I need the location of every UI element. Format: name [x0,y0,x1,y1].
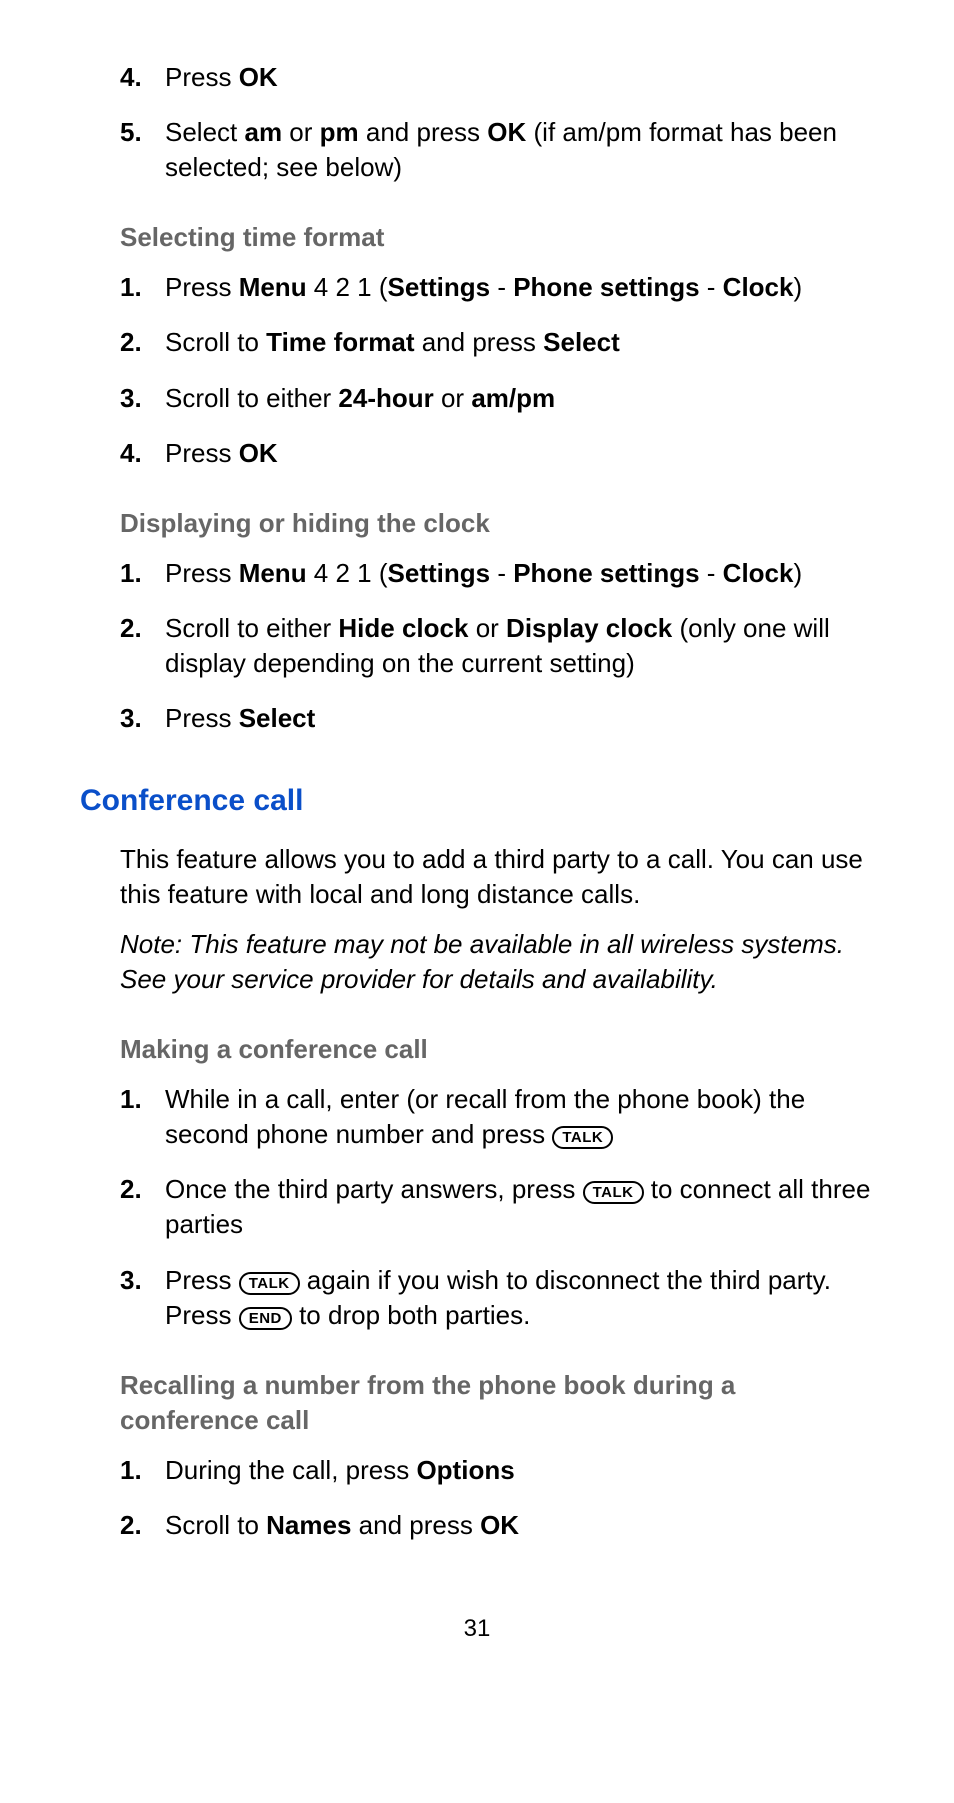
talk-key-icon: TALK [239,1272,300,1295]
text: Press [165,1265,239,1295]
paragraph: This feature allows you to add a third p… [120,842,874,912]
step: Press OK [120,436,874,471]
talk-key-icon: TALK [583,1181,644,1204]
step: Press Select [120,701,874,736]
bold: Settings [388,558,491,588]
step: Press Menu 4 2 1 (Settings - Phone setti… [120,270,874,305]
end-key-icon: END [239,1307,292,1330]
text: to drop both parties. [292,1300,530,1330]
step: Once the third party answers, press TALK… [120,1172,874,1242]
conference-content: This feature allows you to add a third p… [120,842,874,1543]
text: - [490,558,513,588]
subhead-time-format: Selecting time format [120,220,874,255]
subhead-recall-number: Recalling a number from the phone book d… [120,1368,874,1438]
step: Select am or pm and press OK (if am/pm f… [120,115,874,185]
text: Scroll to either [165,383,338,413]
bold: Options [416,1455,514,1485]
text: ) [793,558,802,588]
bold: OK [487,117,526,147]
text: Press [165,558,239,588]
text: Press [165,272,239,302]
text: During the call, press [165,1455,416,1485]
text: ) [793,272,802,302]
text: Select [165,117,245,147]
step: Scroll to either 24-hour or am/pm [120,381,874,416]
bold: Settings [388,272,491,302]
subhead-clock-display: Displaying or hiding the clock [120,506,874,541]
page-content: Press OK Select am or pm and press OK (i… [120,60,874,736]
bold: Display clock [506,613,672,643]
bold: Select [543,327,620,357]
text: Press [165,62,239,92]
bold: Phone settings [513,272,699,302]
text: While in a call, enter (or recall from t… [165,1084,805,1149]
text: or [282,117,320,147]
text: Scroll to either [165,613,338,643]
text: and press [359,117,488,147]
text: and press [415,327,544,357]
making-conf-steps: While in a call, enter (or recall from t… [120,1082,874,1333]
text: Press [165,438,239,468]
text: or [468,613,506,643]
text: Press [165,703,239,733]
bold: Menu [239,558,307,588]
bold: OK [480,1510,519,1540]
text: - [700,558,723,588]
bold: Names [266,1510,351,1540]
note: Note: This feature may not be available … [120,927,874,997]
text: Scroll to [165,1510,266,1540]
text: Once the third party answers, press [165,1174,583,1204]
step: Press OK [120,60,874,95]
talk-key-icon: TALK [552,1126,613,1149]
bold: OK [239,62,278,92]
bold: Time format [266,327,414,357]
text: - [490,272,513,302]
section-conference-call: Conference call [80,781,874,822]
bold: Menu [239,272,307,302]
time-format-steps: Press Menu 4 2 1 (Settings - Phone setti… [120,270,874,470]
step: Scroll to Names and press OK [120,1508,874,1543]
step: Scroll to either Hide clock or Display c… [120,611,874,681]
clock-display-steps: Press Menu 4 2 1 (Settings - Phone setti… [120,556,874,736]
step: Press TALK again if you wish to disconne… [120,1263,874,1333]
bold: Hide clock [338,613,468,643]
page-number: 31 [80,1613,874,1645]
text: - [700,272,723,302]
bold: am/pm [471,383,555,413]
bold: 24-hour [338,383,433,413]
bold: Clock [723,272,794,302]
step: Press Menu 4 2 1 (Settings - Phone setti… [120,556,874,591]
text: Scroll to [165,327,266,357]
step: Scroll to Time format and press Select [120,325,874,360]
top-steps: Press OK Select am or pm and press OK (i… [120,60,874,185]
bold: Select [239,703,316,733]
bold: am [245,117,283,147]
text: or [434,383,472,413]
bold: pm [320,117,359,147]
step: During the call, press Options [120,1453,874,1488]
bold: Phone settings [513,558,699,588]
step: While in a call, enter (or recall from t… [120,1082,874,1152]
recall-steps: During the call, press Options Scroll to… [120,1453,874,1543]
bold: OK [239,438,278,468]
text: 4 2 1 ( [307,558,388,588]
subhead-making-conf: Making a conference call [120,1032,874,1067]
text: 4 2 1 ( [307,272,388,302]
bold: Clock [723,558,794,588]
text: and press [351,1510,480,1540]
